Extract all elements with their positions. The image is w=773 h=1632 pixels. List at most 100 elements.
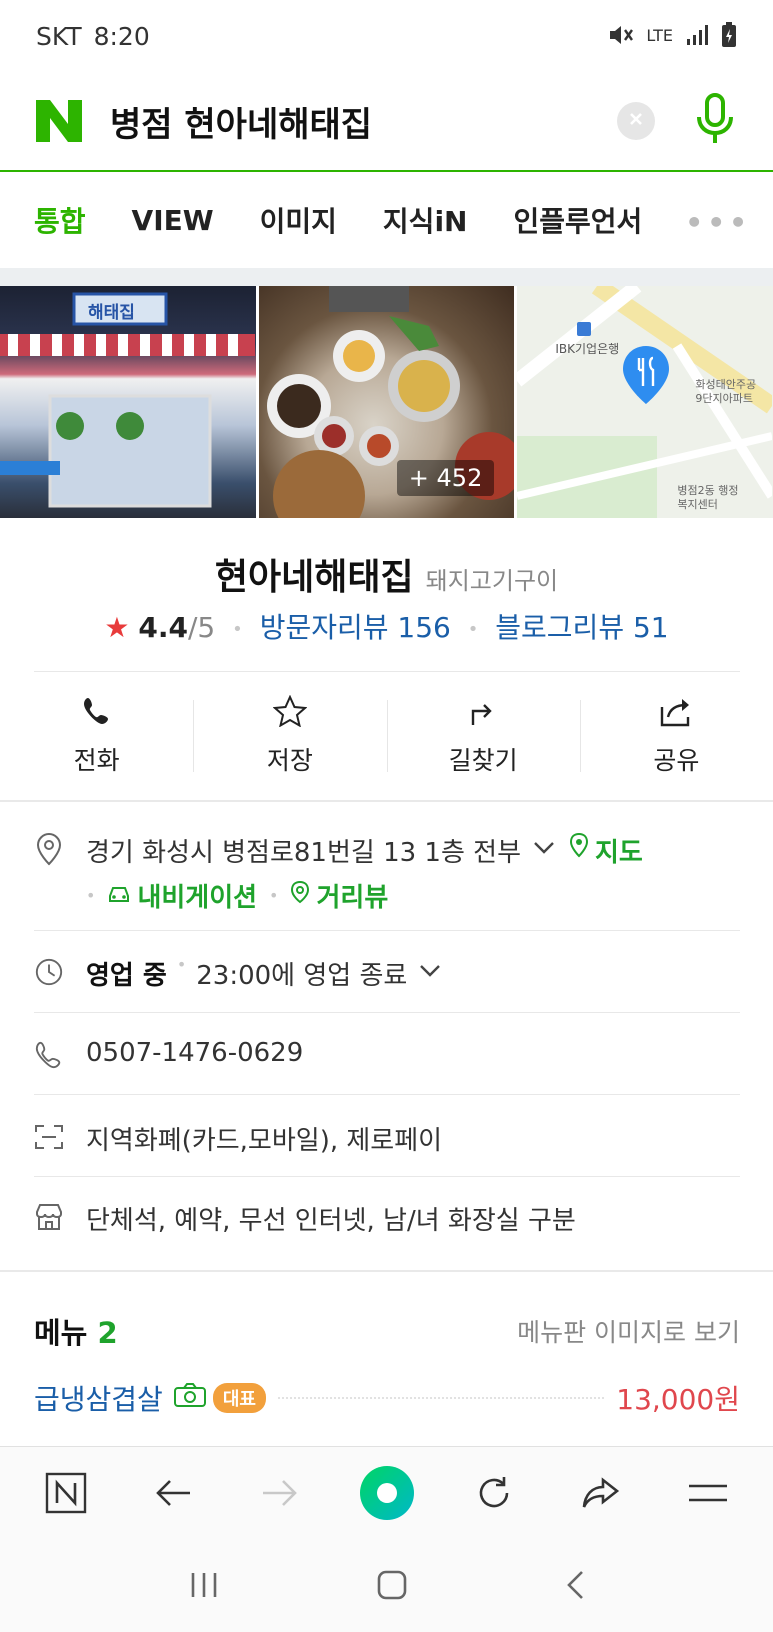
- arrow-right-icon: [261, 1478, 299, 1512]
- recent-apps-button[interactable]: [189, 1571, 219, 1603]
- system-back-button[interactable]: [565, 1570, 585, 1604]
- place-category: 돼지고기구이: [425, 567, 559, 595]
- signature-badge: 대표: [212, 1383, 266, 1413]
- closing-time: 23:00에 영업 종료: [196, 961, 408, 991]
- close-icon: [628, 111, 644, 131]
- green-dot-icon: [358, 1464, 416, 1526]
- share-page-button[interactable]: [571, 1465, 631, 1525]
- chevron-down-icon: [419, 955, 441, 985]
- blog-reviews-link[interactable]: 블로그리뷰 51: [495, 611, 668, 644]
- storefront-sign-text: 해태집: [88, 303, 135, 323]
- status-bar: SKT 8:20 LTE: [0, 0, 773, 72]
- divider: [0, 800, 773, 802]
- divider: [34, 1094, 740, 1095]
- menu-item-price: 13,000원: [616, 1383, 740, 1416]
- rating-max: /5: [188, 611, 216, 644]
- battery-icon: [721, 21, 737, 51]
- street-view-icon: [290, 880, 310, 911]
- facilities-text: 단체석, 예약, 무선 인터넷, 남/녀 화장실 구분: [86, 1206, 576, 1236]
- directions-button[interactable]: 길찾기: [386, 672, 580, 800]
- divider: [34, 1176, 740, 1177]
- clear-search-button[interactable]: [617, 102, 655, 140]
- save-button[interactable]: 저장: [193, 672, 386, 800]
- search-header: 병점 현아네해태집: [0, 72, 773, 172]
- tab-images[interactable]: 이미지: [260, 200, 337, 240]
- home-button[interactable]: [376, 1569, 408, 1605]
- voice-search-button[interactable]: [693, 93, 737, 149]
- map-apartment-label: 화성태안주공 9단지아파트: [695, 378, 757, 405]
- chevron-down-icon[interactable]: [533, 832, 555, 862]
- refresh-button[interactable]: [464, 1465, 524, 1525]
- street-view-link[interactable]: 거리뷰: [316, 877, 388, 914]
- tab-influencer[interactable]: 인플루언서: [513, 200, 642, 240]
- store-icon: [34, 1200, 64, 1234]
- navigation-icon: [107, 881, 131, 911]
- place-name: 현아네해태집: [214, 557, 414, 598]
- back-button[interactable]: [143, 1465, 203, 1525]
- refresh-icon: [474, 1473, 514, 1517]
- clock-icon: [34, 955, 64, 989]
- divider: [34, 930, 740, 931]
- menu-title: 메뉴 2: [34, 1316, 118, 1350]
- menu-button[interactable]: [678, 1465, 738, 1525]
- navigation-link[interactable]: 내비게이션: [137, 877, 257, 914]
- search-input[interactable]: 병점 현아네해태집: [110, 97, 617, 146]
- section-divider: [0, 268, 773, 286]
- rating-value: 4.4: [138, 611, 188, 644]
- map-pin-icon: [623, 346, 670, 408]
- open-status: 영업 중: [86, 961, 167, 991]
- hamburger-icon: [687, 1482, 729, 1508]
- payment-scan-icon: [34, 1120, 64, 1154]
- mute-icon: [608, 23, 634, 50]
- system-navigation-bar: [0, 1542, 773, 1632]
- menu-count: 2: [97, 1316, 118, 1350]
- phone-row[interactable]: 0507-1476-0629: [34, 1038, 740, 1072]
- naver-logo[interactable]: [36, 98, 82, 144]
- payment-row: 지역화폐(카드,모바일), 제로페이: [34, 1120, 740, 1157]
- storefront-photo[interactable]: 해태집: [0, 286, 256, 518]
- divider: [34, 1012, 740, 1013]
- clock: 8:20: [93, 21, 150, 51]
- directions-icon: [467, 695, 499, 731]
- more-tabs-button[interactable]: •••: [685, 206, 751, 239]
- tab-integrated[interactable]: 통합: [34, 200, 86, 240]
- hours-row[interactable]: 영업 중 • 23:00에 영업 종료: [34, 955, 740, 992]
- menu-header: 메뉴 2 메뉴판 이미지로 보기: [34, 1310, 740, 1352]
- phone-number[interactable]: 0507-1476-0629: [86, 1038, 303, 1068]
- tab-view[interactable]: VIEW: [132, 204, 214, 237]
- camera-icon: [173, 1382, 207, 1415]
- share-arrow-icon: [581, 1476, 621, 1514]
- menu-item-name[interactable]: 급냉삼겹살: [34, 1378, 163, 1418]
- phone-outline-icon: [34, 1038, 64, 1072]
- map-office-label: 병점2동 행정복지센터: [677, 484, 739, 511]
- map-bank-label: IBK기업은행: [555, 342, 620, 356]
- facilities-row: 단체석, 예약, 무선 인터넷, 남/녀 화장실 구분: [34, 1200, 740, 1237]
- microphone-icon: [694, 93, 736, 149]
- green-dot-button[interactable]: [357, 1465, 417, 1525]
- tab-knowledge-in[interactable]: 지식iN: [383, 200, 468, 240]
- share-button[interactable]: 공유: [579, 672, 773, 800]
- rating-star-icon: ★: [104, 611, 130, 644]
- visitor-reviews-link[interactable]: 방문자리뷰 156: [260, 611, 451, 644]
- map-link[interactable]: 지도: [595, 832, 643, 869]
- menu-board-link[interactable]: 메뉴판 이미지로 보기: [517, 1313, 740, 1349]
- payment-methods: 지역화폐(카드,모바일), 제로페이: [86, 1126, 443, 1156]
- phone-icon: [81, 695, 113, 731]
- share-icon: [658, 695, 694, 731]
- photo-strip: 해태집 + 452 IBK기업은행 화성태안주공 9단지아파트 병점2동 행정복…: [0, 286, 773, 518]
- menu-item[interactable]: 급냉삼겹살 대표 13,000원: [34, 1378, 740, 1418]
- signal-icon: [685, 23, 709, 50]
- map-pin-small-icon: [569, 832, 589, 865]
- naver-home-icon: [44, 1471, 88, 1519]
- action-row: 전화 저장 길찾기 공유: [0, 672, 773, 800]
- star-icon: [272, 694, 308, 731]
- naver-home-button[interactable]: [36, 1465, 96, 1525]
- food-photo[interactable]: + 452: [258, 286, 515, 518]
- location-pin-icon: [34, 832, 64, 866]
- forward-button[interactable]: [250, 1465, 310, 1525]
- divider: [0, 1270, 773, 1272]
- call-button[interactable]: 전화: [0, 672, 193, 800]
- address-links: • 내비게이션 • 거리뷰: [80, 877, 388, 914]
- carrier-label: SKT: [36, 21, 82, 51]
- map-thumbnail[interactable]: IBK기업은행 화성태안주공 9단지아파트 병점2동 행정복지센터: [517, 286, 773, 518]
